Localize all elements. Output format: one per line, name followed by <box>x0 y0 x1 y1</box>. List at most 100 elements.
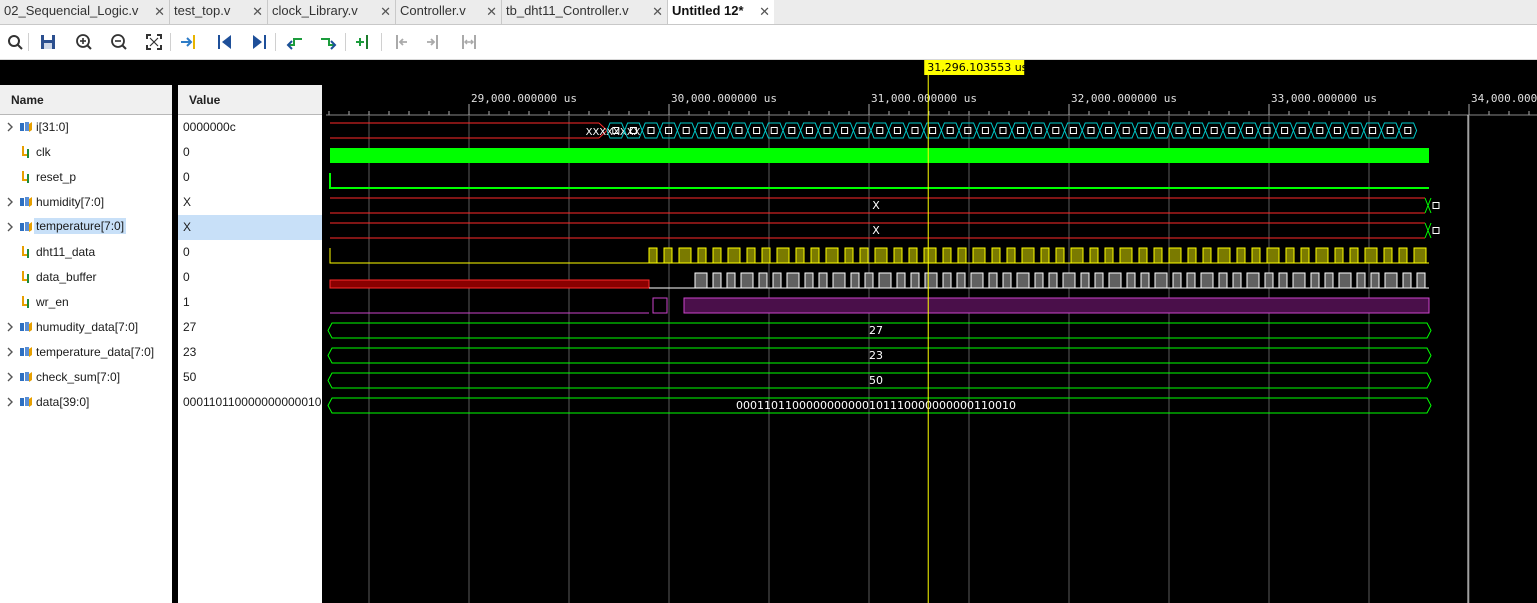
waveform-canvas[interactable]: 29,000.000000 us 30,000.000000 us 31,000.0… <box>326 60 1537 603</box>
tab-2[interactable]: clock_Library.v ✕ <box>268 0 396 24</box>
previous-transition-button[interactable] <box>284 31 306 53</box>
search-button[interactable] <box>4 31 26 53</box>
go-to-start-button[interactable] <box>214 31 236 53</box>
wave-clk[interactable] <box>330 148 1429 163</box>
value-column-header[interactable]: Value <box>178 85 322 115</box>
signal-value: 0000000c <box>183 120 236 134</box>
wire-signal-icon <box>22 296 29 308</box>
signal-row-value[interactable]: 0 <box>178 265 322 290</box>
signal-row-name[interactable]: wr_en <box>0 290 172 315</box>
signal-row-name[interactable]: dht11_data <box>0 240 172 265</box>
time-tick-label: 34,000.000000 us <box>1471 92 1537 105</box>
signal-row-value[interactable]: 0 <box>178 165 322 190</box>
swap-cursors-icon <box>462 35 476 49</box>
swap-cursors-button[interactable] <box>458 31 480 53</box>
tab-3[interactable]: Controller.v ✕ <box>396 0 502 24</box>
bus-value-label: 27 <box>869 324 883 337</box>
chevron-right-icon[interactable] <box>6 197 14 207</box>
go-to-start-icon <box>218 35 231 49</box>
signal-row-name[interactable]: clk <box>0 140 172 165</box>
signal-row-value[interactable]: 0001101100000000000101110000000000110010 <box>178 390 322 415</box>
signal-row-name[interactable]: i[31:0] <box>0 115 172 140</box>
go-to-end-button[interactable] <box>248 31 270 53</box>
bus-signal-icon <box>20 372 32 382</box>
signal-row-name[interactable]: reset_p <box>0 165 172 190</box>
signal-row-name[interactable]: data[39:0] <box>0 390 172 415</box>
zoom-out-button[interactable] <box>108 31 130 53</box>
tab-label: tb_dht11_Controller.v <box>506 3 629 18</box>
close-tab-icon[interactable]: ✕ <box>652 4 663 20</box>
tab-4[interactable]: tb_dht11_Controller.v ✕ <box>502 0 668 24</box>
chevron-right-icon[interactable] <box>6 347 14 357</box>
wave-humudity_data-7-0-[interactable]: 27 <box>869 324 883 337</box>
zoom-fit-button[interactable] <box>143 31 165 53</box>
time-tick-label: 30,000.000000 us <box>671 92 777 105</box>
time-tick-label: 29,000.000000 us <box>471 92 577 105</box>
signal-row-name[interactable]: temperature[7:0] <box>0 215 172 240</box>
signal-name: clk <box>36 145 51 159</box>
previous-marker-button[interactable] <box>389 31 411 53</box>
signal-value: 0 <box>183 245 190 259</box>
previous-marker-icon <box>396 35 407 49</box>
signal-value: 0 <box>183 145 190 159</box>
signal-row-value[interactable]: 27 <box>178 315 322 340</box>
signal-row-name[interactable]: temperature_data[7:0] <box>0 340 172 365</box>
signal-name: temperature[7:0] <box>34 218 127 234</box>
signal-name: humidity[7:0] <box>36 195 105 209</box>
editor-tab-bar: 02_Sequencial_Logic.v ✕ test_top.v ✕ clock_L… <box>0 0 1537 25</box>
close-tab-icon[interactable]: ✕ <box>486 4 497 20</box>
signal-row-value[interactable]: 23 <box>178 340 322 365</box>
bus-signal-icon <box>20 347 32 357</box>
wave-check_sum-7-0-[interactable]: 50 <box>869 374 883 387</box>
add-marker-button[interactable] <box>353 31 375 53</box>
tab-label: test_top.v <box>174 3 231 18</box>
name-header-label: Name <box>11 93 44 107</box>
bus-value-label: X <box>872 224 880 237</box>
signal-value: 50 <box>183 370 197 384</box>
wave-data-39-0-[interactable]: 0001101100000000000101110000000000110010 <box>736 399 1016 412</box>
signal-row-value[interactable]: 0 <box>178 240 322 265</box>
close-tab-icon[interactable]: ✕ <box>154 4 165 20</box>
wire-signal-icon <box>22 171 29 183</box>
signal-row-name[interactable]: data_buffer <box>0 265 172 290</box>
signal-row-name[interactable]: humudity_data[7:0] <box>0 315 172 340</box>
name-column-header[interactable]: Name <box>0 85 172 115</box>
signal-row-value[interactable]: 0 <box>178 140 322 165</box>
toolbar-separator <box>28 33 29 51</box>
chevron-right-icon[interactable] <box>6 322 14 332</box>
next-transition-button[interactable] <box>317 31 339 53</box>
header-spacer <box>0 60 324 88</box>
signal-value: 27 <box>183 320 197 334</box>
signal-value: 23 <box>183 345 197 359</box>
value-header-label: Value <box>189 93 221 107</box>
save-button[interactable] <box>37 31 59 53</box>
next-marker-button[interactable] <box>423 31 445 53</box>
chevron-right-icon[interactable] <box>6 222 14 232</box>
signal-row-value[interactable]: 50 <box>178 365 322 390</box>
tab-0[interactable]: 02_Sequencial_Logic.v ✕ <box>0 0 170 24</box>
signal-row-name[interactable]: check_sum[7:0] <box>0 365 172 390</box>
signal-row-value[interactable]: 0000000c <box>178 115 322 140</box>
signal-row-value[interactable]: 1 <box>178 290 322 315</box>
signal-row-name[interactable]: humidity[7:0] <box>0 190 172 215</box>
chevron-right-icon[interactable] <box>6 122 14 132</box>
close-tab-icon[interactable]: ✕ <box>252 4 263 20</box>
signal-row-value[interactable]: X <box>178 190 322 215</box>
wave-temperature_data-7-0-[interactable]: 23 <box>869 349 883 362</box>
signal-name: data[39:0] <box>36 395 90 409</box>
zoom-in-button[interactable] <box>73 31 95 53</box>
signal-name: temperature_data[7:0] <box>36 345 155 359</box>
tab-5[interactable]: Untitled 12* ✕ <box>668 0 774 24</box>
close-tab-icon[interactable]: ✕ <box>380 4 391 20</box>
bus-signal-icon <box>20 197 32 207</box>
chevron-right-icon[interactable] <box>6 397 14 407</box>
signal-name: dht11_data <box>36 245 96 259</box>
signal-row-value[interactable]: X <box>178 215 322 240</box>
search-icon <box>8 35 23 50</box>
tab-1[interactable]: test_top.v ✕ <box>170 0 268 24</box>
go-to-cursor-button[interactable] <box>178 31 200 53</box>
time-tick-label: 31,000.000000 us <box>871 92 977 105</box>
tab-label: Controller.v <box>400 3 466 18</box>
chevron-right-icon[interactable] <box>6 372 14 382</box>
close-tab-icon[interactable]: ✕ <box>759 4 770 20</box>
